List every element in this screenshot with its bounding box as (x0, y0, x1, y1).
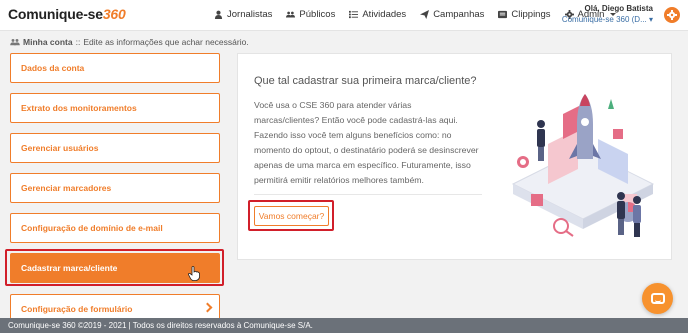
nav-publicos[interactable]: Públicos (286, 9, 335, 20)
menu-label: Cadastrar marca/cliente (21, 263, 118, 273)
nav-clippings[interactable]: Clippings (498, 9, 551, 20)
chat-button[interactable] (642, 283, 673, 314)
nav-label: Campanhas (433, 9, 485, 20)
clipping-icon (498, 10, 508, 19)
chevron-right-icon (202, 302, 213, 313)
settings-button[interactable] (664, 7, 680, 23)
breadcrumb-separator: :: (75, 37, 81, 47)
top-navbar: Comunique-se360 Jornalistas Públicos Ati… (0, 0, 688, 31)
group-icon (286, 11, 296, 18)
marketing-illustration (511, 94, 655, 237)
logo[interactable]: Comunique-se360 (8, 6, 126, 22)
breadcrumb: Minha conta :: Edite as informações que … (10, 37, 249, 47)
nav-label: Públicos (299, 9, 336, 20)
menu-gerenciar-usuarios[interactable]: Gerenciar usuários (10, 133, 220, 163)
nav-label: Atividades (362, 9, 407, 20)
nav-label: Clippings (511, 9, 551, 20)
panel-title: Que tal cadastrar sua primeira marca/cli… (254, 75, 477, 87)
menu-configuracao-dominio[interactable]: Configuração de domínio de e-mail (10, 213, 220, 243)
menu-gerenciar-marcadores[interactable]: Gerenciar marcadores (10, 173, 220, 203)
footer: Comunique-se 360 ©2019 - 2021 | Todos os… (0, 318, 688, 333)
user-icon (214, 10, 223, 19)
content-panel: Que tal cadastrar sua primeira marca/cli… (237, 53, 672, 260)
breadcrumb-section: Minha conta (23, 37, 73, 47)
menu-label: Configuração de domínio de e-mail (21, 223, 163, 233)
user-menu[interactable]: Olá, Diego Batista Comunique-se 360 (D..… (562, 4, 653, 24)
main-nav: Jornalistas Públicos Atividades Campanha… (214, 9, 617, 20)
user-greeting: Olá, Diego Batista (584, 4, 653, 13)
nav-jornalistas[interactable]: Jornalistas (214, 9, 272, 20)
account-selector[interactable]: Comunique-se 360 (D... ▾ (562, 15, 653, 24)
menu-label: Configuração de formulário (21, 304, 133, 314)
start-button[interactable]: Vamos começar? (254, 206, 329, 226)
nav-atividades[interactable]: Atividades (349, 9, 406, 20)
menu-label: Dados da conta (21, 63, 85, 73)
nav-label: Jornalistas (227, 9, 273, 20)
chat-icon (650, 293, 665, 304)
logo-number: 360 (102, 6, 126, 22)
logo-text: Comunique-se (8, 6, 103, 22)
menu-label: Extrato dos monitoramentos (21, 103, 137, 113)
gear-icon (667, 10, 677, 20)
nav-campanhas[interactable]: Campanhas (420, 9, 484, 20)
breadcrumb-text: Edite as informações que achar necessári… (83, 37, 249, 47)
account-name: Comunique-se 360 (D... (561, 15, 647, 24)
send-icon (420, 10, 430, 19)
menu-extrato-monitoramentos[interactable]: Extrato dos monitoramentos (10, 93, 220, 123)
hand-cursor-icon (188, 266, 200, 281)
panel-description: Você usa o CSE 360 para atender várias m… (254, 100, 479, 185)
group-icon (10, 38, 20, 46)
list-icon (349, 10, 359, 19)
chevron-down-icon: ▾ (648, 15, 653, 24)
menu-dados-da-conta[interactable]: Dados da conta (10, 53, 220, 83)
menu-label: Gerenciar marcadores (21, 183, 112, 193)
menu-label: Gerenciar usuários (21, 143, 99, 153)
divider (254, 194, 482, 195)
